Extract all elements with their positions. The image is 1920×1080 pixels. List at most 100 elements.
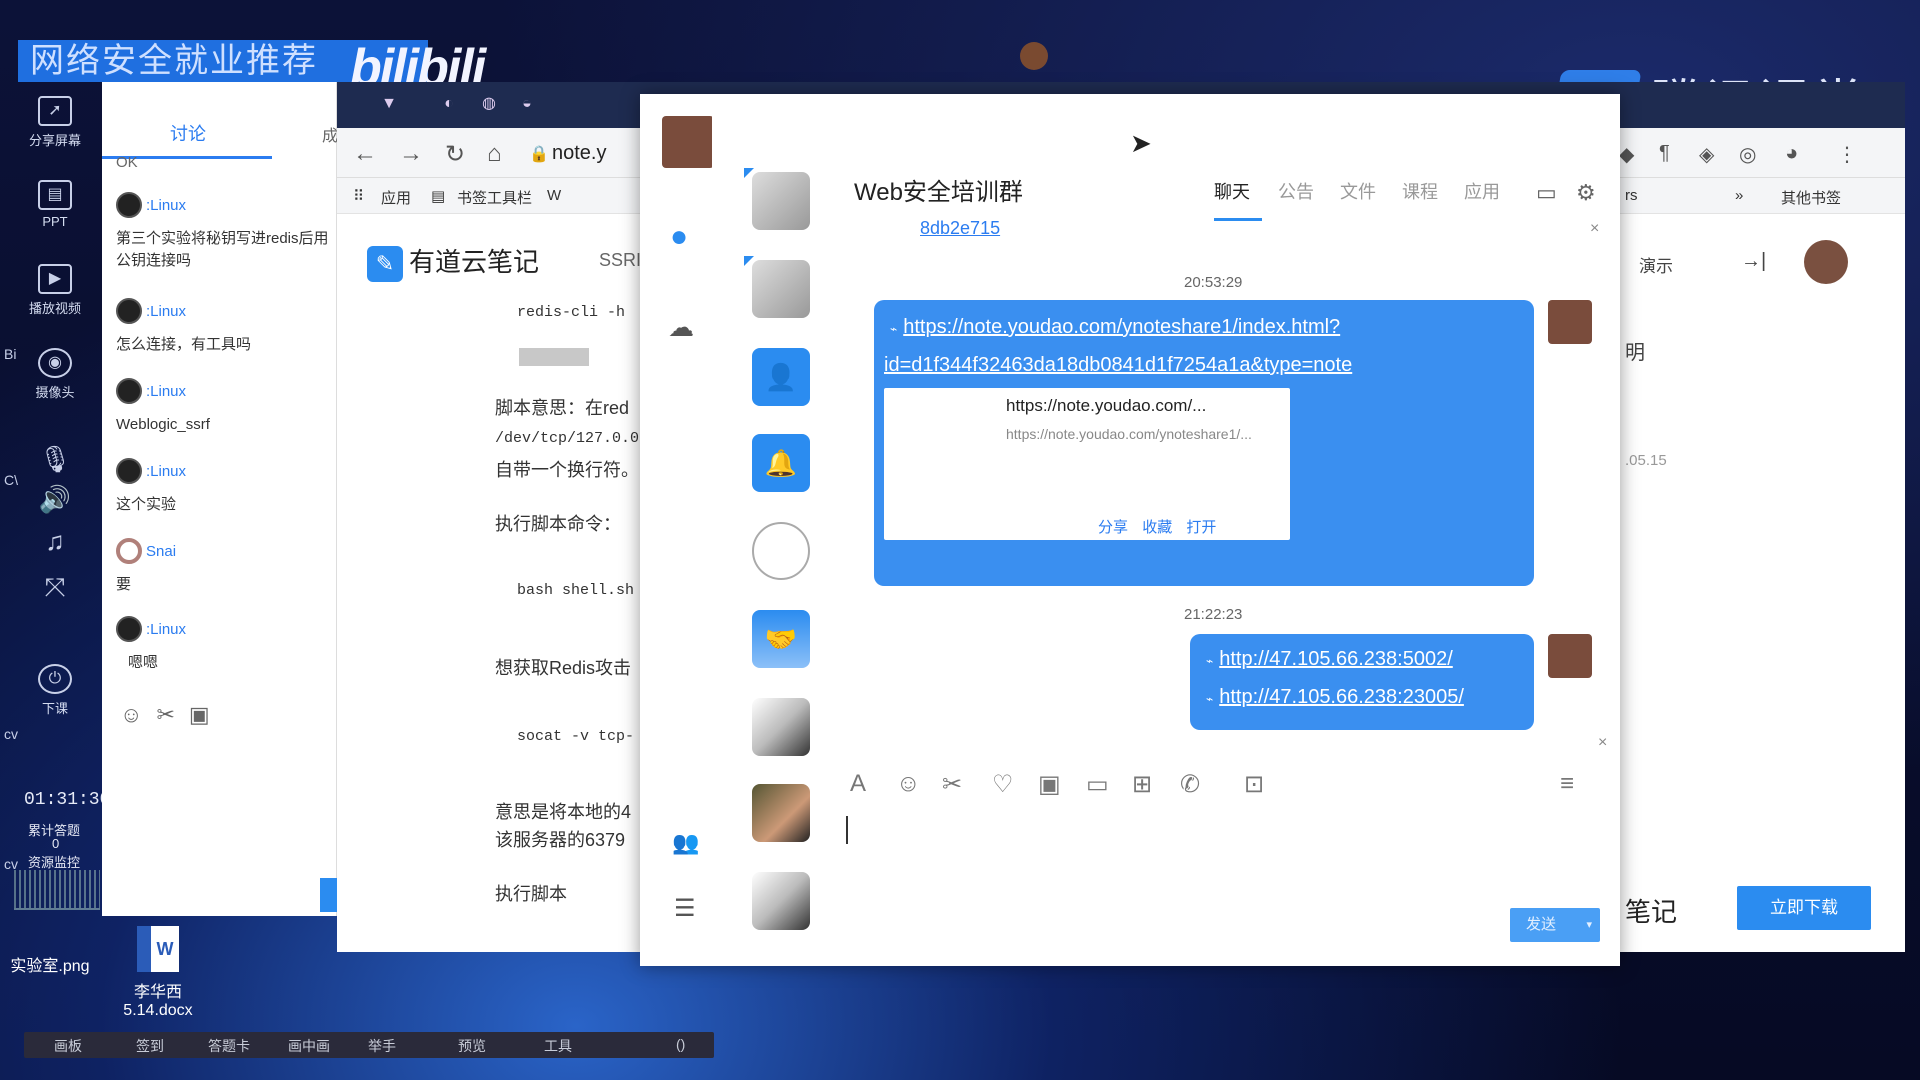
music-icon[interactable]: ♫ bbox=[22, 526, 88, 556]
power-icon[interactable]: () bbox=[676, 1036, 685, 1052]
tab-favicon[interactable]: ▼ bbox=[377, 92, 401, 116]
apps-icon[interactable]: ⠿ bbox=[353, 187, 364, 205]
extension-icon[interactable]: ◈ bbox=[1699, 142, 1714, 167]
conversation-item[interactable] bbox=[752, 872, 810, 930]
play-video-button[interactable]: ▶ 播放视频 bbox=[22, 264, 88, 317]
cloud-icon[interactable]: ☁ bbox=[668, 312, 694, 343]
avatar[interactable] bbox=[1804, 240, 1848, 284]
conversation-item[interactable] bbox=[752, 784, 810, 842]
send-options-icon[interactable]: ▾ bbox=[1586, 908, 1592, 942]
scissors-icon[interactable]: ✂ bbox=[942, 770, 962, 799]
close-icon[interactable]: × bbox=[1590, 220, 1599, 238]
bookmark-overflow[interactable]: » bbox=[1735, 187, 1743, 204]
tab-files[interactable]: 文件 bbox=[1340, 178, 1376, 204]
tab-favicon[interactable]: ◐ bbox=[437, 92, 461, 116]
end-class-button[interactable]: ⏻ 下课 bbox=[22, 664, 88, 717]
tab-favicon[interactable]: ◍ bbox=[477, 92, 501, 116]
fullscreen-icon[interactable]: ⤧ bbox=[22, 572, 88, 602]
message-link[interactable]: id=d1f344f32463da18db0841d1f7254a1a&type… bbox=[884, 354, 1352, 377]
screen-share-icon[interactable]: ▭ bbox=[1536, 180, 1557, 206]
conversation-item[interactable] bbox=[752, 522, 810, 580]
desktop-file[interactable]: 实验室.png bbox=[0, 952, 100, 976]
conversation-item[interactable]: 👤 bbox=[752, 348, 810, 406]
microphone-icon[interactable]: 🎙 bbox=[22, 444, 88, 474]
share-screen-button[interactable]: ➚ 分享屏幕 bbox=[22, 96, 88, 149]
address-bar[interactable]: note.y bbox=[552, 142, 606, 165]
demo-label[interactable]: 演示 bbox=[1639, 252, 1673, 277]
close-icon[interactable]: × bbox=[1598, 734, 1607, 752]
link-text[interactable]: http://47.105.66.238:5002/ bbox=[1219, 648, 1453, 670]
reload-icon[interactable]: ↻ bbox=[445, 140, 465, 169]
back-icon[interactable]: ← bbox=[353, 140, 377, 168]
raise-hand-button[interactable]: 举手 bbox=[368, 1036, 396, 1056]
sender-avatar[interactable] bbox=[1548, 634, 1592, 678]
conversation-item[interactable] bbox=[752, 172, 810, 230]
bookmark-item[interactable]: 应用 bbox=[381, 187, 411, 208]
image-icon[interactable]: ▣ bbox=[189, 702, 224, 727]
history-icon[interactable]: ≡ bbox=[1560, 770, 1574, 798]
conversation-item[interactable] bbox=[752, 698, 810, 756]
chat-bubble-icon[interactable]: ● bbox=[670, 220, 688, 254]
pip-button[interactable]: 画中画 bbox=[288, 1036, 330, 1056]
tab-discussion[interactable]: 讨论 bbox=[170, 120, 206, 146]
profile-icon[interactable]: ◕ bbox=[1785, 140, 1798, 166]
tab-courses[interactable]: 课程 bbox=[1402, 178, 1438, 204]
screenshot-icon[interactable]: ⊡ bbox=[1244, 770, 1264, 799]
send-tab[interactable] bbox=[320, 878, 338, 912]
scissors-icon[interactable]: ✂ bbox=[156, 702, 188, 727]
emoji-icon[interactable]: ☺ bbox=[896, 770, 921, 798]
image-icon[interactable]: ▣ bbox=[1038, 770, 1061, 799]
conversation-item[interactable] bbox=[752, 260, 810, 318]
send-button[interactable]: 发送 ▾ bbox=[1510, 908, 1600, 942]
link-text[interactable]: id=d1f344f32463da18db0841d1f7254a1a&type… bbox=[884, 354, 1352, 376]
tab-members[interactable]: 成 bbox=[322, 122, 338, 146]
ppt-button[interactable]: ▤ PPT bbox=[22, 180, 88, 229]
folder-icon[interactable]: ▭ bbox=[1086, 770, 1109, 799]
tab-favicon[interactable]: ◒ bbox=[515, 92, 539, 116]
conversation-item[interactable]: 🔔 bbox=[752, 434, 810, 492]
download-button[interactable]: 立即下载 bbox=[1737, 886, 1871, 930]
link-text[interactable]: https://note.youdao.com/ynoteshare1/inde… bbox=[903, 316, 1340, 338]
preview-button[interactable]: 预览 bbox=[458, 1036, 486, 1056]
whiteboard-button[interactable]: 画板 bbox=[54, 1036, 82, 1056]
bookmark-item[interactable]: W bbox=[547, 187, 561, 204]
extension-icon[interactable]: ¶ bbox=[1659, 142, 1670, 165]
link-text[interactable]: http://47.105.66.238:23005/ bbox=[1219, 686, 1464, 708]
bookmark-item[interactable]: 其他书签 bbox=[1781, 187, 1841, 208]
message-link[interactable]: ⌁ http://47.105.66.238:23005/ bbox=[1206, 686, 1464, 709]
gift-icon[interactable]: ⊞ bbox=[1132, 770, 1152, 799]
conversation-item[interactable]: 🤝 bbox=[752, 610, 810, 668]
forward-icon[interactable]: → bbox=[399, 140, 423, 168]
desktop-file[interactable]: W 李华西 5.14.docx bbox=[108, 926, 208, 1020]
tab-chat[interactable]: 聊天 bbox=[1214, 178, 1250, 204]
checkin-button[interactable]: 签到 bbox=[136, 1036, 164, 1056]
phone-icon[interactable]: ✆ bbox=[1180, 770, 1200, 799]
favorite-link[interactable]: 收藏 bbox=[1142, 519, 1172, 536]
tab-apps[interactable]: 应用 bbox=[1464, 178, 1500, 204]
my-avatar[interactable] bbox=[662, 116, 714, 168]
answer-card-button[interactable]: 答题卡 bbox=[208, 1036, 250, 1056]
add-contact-icon[interactable]: 👥 bbox=[672, 830, 699, 856]
bookmark-item[interactable]: 书签工具栏 bbox=[457, 187, 532, 208]
message-link[interactable]: ⌁ http://47.105.66.238:5002/ bbox=[1206, 648, 1453, 671]
share-link[interactable]: 分享 bbox=[1098, 519, 1128, 536]
home-icon[interactable]: ⌂ bbox=[487, 140, 502, 168]
gear-icon[interactable]: ⚙ bbox=[1576, 180, 1596, 206]
group-code-link[interactable]: 8db2e715 bbox=[920, 218, 1000, 239]
speaker-icon[interactable]: 🔊 bbox=[22, 484, 88, 514]
message-input[interactable] bbox=[846, 816, 848, 844]
menu-icon[interactable]: ☰ bbox=[674, 894, 696, 923]
open-link[interactable]: 打开 bbox=[1186, 519, 1216, 536]
bookmark-item[interactable]: rs bbox=[1625, 187, 1638, 204]
tab-announcement[interactable]: 公告 bbox=[1278, 178, 1314, 204]
extension-icon[interactable]: ◆ bbox=[1619, 142, 1634, 167]
message-link[interactable]: ⌁ https://note.youdao.com/ynoteshare1/ind… bbox=[890, 316, 1340, 339]
tools-button[interactable]: 工具 bbox=[544, 1036, 572, 1056]
arrow-right-icon[interactable]: →| bbox=[1741, 250, 1766, 273]
sender-avatar[interactable] bbox=[1548, 300, 1592, 344]
extension-icon[interactable]: ◎ bbox=[1739, 142, 1756, 167]
font-icon[interactable]: A bbox=[850, 770, 866, 798]
emoji-icon[interactable]: ☺ bbox=[120, 702, 156, 727]
menu-icon[interactable]: ⋮ bbox=[1837, 142, 1857, 167]
link-preview-card[interactable]: https://note.youdao.com/... https://note… bbox=[884, 388, 1290, 540]
